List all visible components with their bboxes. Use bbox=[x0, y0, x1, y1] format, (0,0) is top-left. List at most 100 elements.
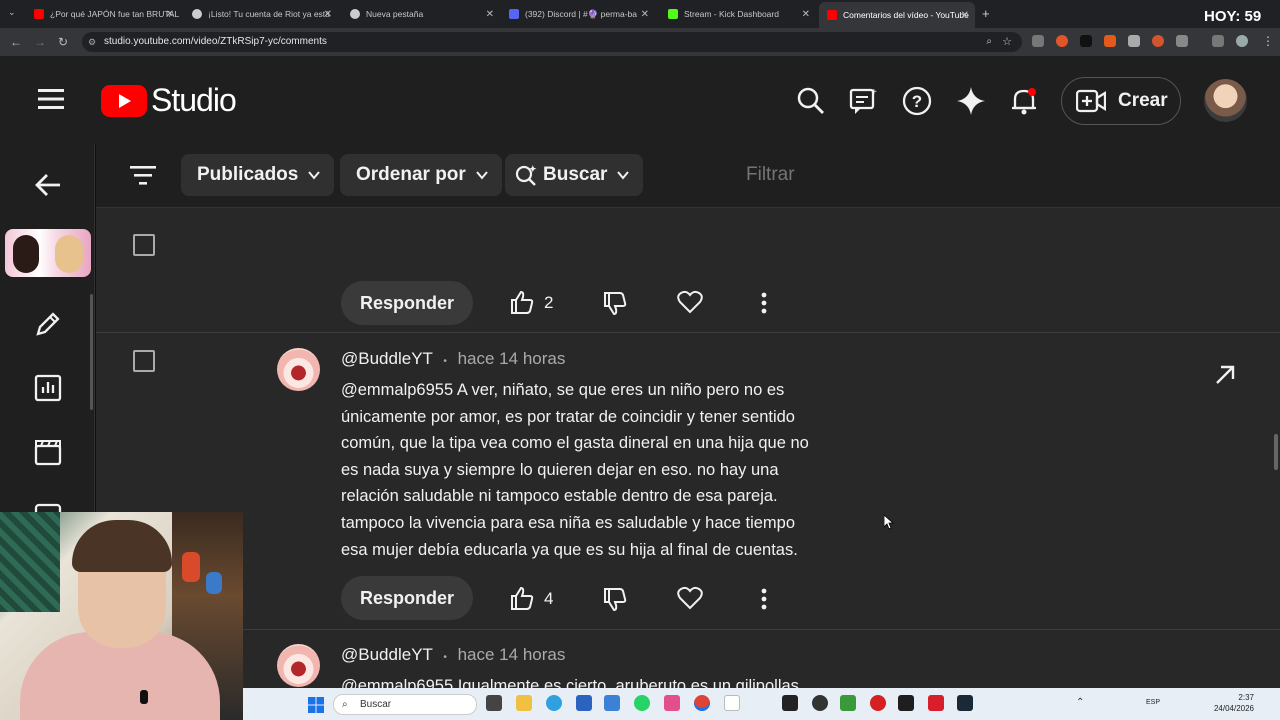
extension-icon[interactable] bbox=[1152, 35, 1164, 47]
app-icon[interactable] bbox=[812, 695, 828, 711]
edit-pencil-icon[interactable] bbox=[33, 309, 63, 339]
search-chip[interactable]: ✦ Buscar bbox=[505, 154, 644, 196]
create-button[interactable]: Crear bbox=[1061, 77, 1181, 125]
close-icon[interactable]: ✕ bbox=[324, 9, 332, 20]
more-options-icon[interactable] bbox=[760, 292, 768, 314]
discord-icon bbox=[509, 9, 519, 19]
help-icon[interactable]: ? bbox=[902, 86, 932, 116]
app-icon[interactable] bbox=[664, 695, 680, 711]
app-icon[interactable] bbox=[898, 695, 914, 711]
thumbs-down-icon[interactable] bbox=[602, 587, 628, 613]
tab-kick[interactable]: Stream - Kick Dashboard ✕ bbox=[660, 3, 816, 25]
chrome-icon[interactable] bbox=[694, 695, 710, 711]
page-scrollbar[interactable] bbox=[1274, 434, 1278, 470]
feedback-comment-icon[interactable]: + bbox=[849, 86, 879, 116]
menu-kebab-icon[interactable]: ⋮ bbox=[1262, 34, 1274, 48]
studio-logo[interactable]: Studio bbox=[101, 82, 237, 119]
extension-icon[interactable] bbox=[1080, 35, 1092, 47]
back-arrow-icon[interactable] bbox=[33, 170, 63, 200]
select-comment-checkbox[interactable] bbox=[133, 234, 155, 256]
search-icon[interactable] bbox=[796, 86, 826, 116]
close-icon[interactable]: ✕ bbox=[961, 10, 969, 21]
taskbar-clock[interactable]: 2:37 24/04/2026 bbox=[1208, 692, 1254, 714]
comment-line: esa mujer debía educarla ya que es su hi… bbox=[341, 540, 798, 559]
mail-icon[interactable] bbox=[604, 695, 620, 711]
reply-button[interactable]: Responder bbox=[341, 576, 473, 620]
comment-author[interactable]: @BuddleYT bbox=[341, 349, 433, 368]
like-count: 4 bbox=[544, 589, 554, 608]
site-info-icon[interactable]: ⚙ bbox=[88, 32, 96, 52]
analytics-icon[interactable] bbox=[33, 373, 63, 403]
zoom-icon[interactable]: ⌕ bbox=[986, 32, 992, 52]
back-icon[interactable]: ← bbox=[10, 35, 22, 49]
comment-time[interactable]: hace 14 horas bbox=[458, 645, 566, 664]
thumbnail-person bbox=[13, 235, 39, 273]
commenter-avatar[interactable] bbox=[277, 348, 320, 391]
extension-icon[interactable] bbox=[1056, 35, 1068, 47]
windows-start-icon[interactable] bbox=[308, 697, 324, 713]
separator-dot: • bbox=[443, 652, 447, 663]
notepad-icon[interactable] bbox=[724, 695, 740, 711]
open-in-new-arrow-icon[interactable] bbox=[1214, 364, 1236, 386]
edge-icon[interactable] bbox=[546, 695, 562, 711]
extension-icon[interactable] bbox=[1032, 35, 1044, 47]
comment-author[interactable]: @BuddleYT bbox=[341, 645, 433, 664]
comment-line: relación saludable ni tampoco estable de… bbox=[341, 487, 778, 506]
published-filter-chip[interactable]: Publicados bbox=[181, 154, 335, 196]
account-avatar[interactable] bbox=[1204, 79, 1247, 122]
reading-list-icon[interactable] bbox=[1212, 35, 1224, 47]
tab-list-icon[interactable]: ⌄ bbox=[8, 7, 16, 18]
profile-icon[interactable] bbox=[1236, 35, 1248, 47]
app-icon[interactable] bbox=[840, 695, 856, 711]
globe-icon bbox=[192, 9, 202, 19]
select-comment-checkbox[interactable] bbox=[133, 350, 155, 372]
more-options-icon[interactable] bbox=[760, 588, 768, 610]
tab-riot[interactable]: ¡Listo! Tu cuenta de Riot ya está ✕ bbox=[184, 3, 338, 25]
hamburger-menu-icon[interactable] bbox=[38, 88, 64, 110]
close-icon[interactable]: ✕ bbox=[802, 9, 810, 20]
notifications-bell-icon[interactable] bbox=[1009, 86, 1039, 116]
app-icon[interactable] bbox=[870, 695, 886, 711]
close-icon[interactable]: ✕ bbox=[166, 9, 174, 20]
bookmark-star-icon[interactable]: ☆ bbox=[1002, 32, 1012, 52]
file-explorer-icon[interactable] bbox=[516, 695, 532, 711]
extension-icon[interactable] bbox=[1104, 35, 1116, 47]
youtube-icon bbox=[827, 10, 837, 20]
filter-list-icon[interactable] bbox=[130, 165, 156, 185]
rail-scrollbar[interactable] bbox=[90, 294, 93, 410]
close-icon[interactable]: ✕ bbox=[641, 9, 649, 20]
heart-icon[interactable] bbox=[677, 290, 703, 314]
reload-icon[interactable]: ↻ bbox=[58, 35, 68, 49]
keyboard-language[interactable]: ESP bbox=[1146, 699, 1160, 706]
whatsapp-icon[interactable] bbox=[634, 695, 650, 711]
forward-icon[interactable]: → bbox=[34, 35, 46, 49]
close-icon[interactable]: ✕ bbox=[486, 9, 494, 20]
taskbar-search[interactable]: ⌕ Buscar bbox=[333, 694, 477, 715]
steam-icon[interactable] bbox=[957, 695, 973, 711]
tab-japon[interactable]: ¿Por qué JAPÓN fue tan BRUTAL ✕ bbox=[26, 3, 180, 25]
task-view-icon[interactable] bbox=[486, 695, 502, 711]
sparkle-icon[interactable] bbox=[956, 86, 986, 116]
video-thumbnail[interactable] bbox=[5, 229, 91, 277]
tab-discord[interactable]: (392) Discord | #🔮 perma-ba ✕ bbox=[501, 3, 655, 25]
thumbs-down-icon[interactable] bbox=[602, 291, 628, 317]
new-tab-button[interactable]: + bbox=[982, 6, 990, 21]
tab-youtube-studio[interactable]: Comentarios del vídeo - YouTube ✕ bbox=[819, 2, 975, 28]
thumbs-up-icon[interactable] bbox=[509, 289, 535, 315]
app-icon[interactable] bbox=[928, 695, 944, 711]
sort-by-chip[interactable]: Ordenar por bbox=[340, 154, 502, 196]
reply-button[interactable]: Responder bbox=[341, 281, 473, 325]
editor-clapper-icon[interactable] bbox=[33, 437, 63, 467]
tray-chevron-icon[interactable]: ⌃ bbox=[1076, 697, 1084, 708]
extensions-puzzle-icon[interactable] bbox=[1176, 35, 1188, 47]
obs-icon[interactable] bbox=[782, 695, 798, 711]
heart-icon[interactable] bbox=[677, 586, 703, 610]
commenter-avatar[interactable] bbox=[277, 644, 320, 687]
thumbs-up-icon[interactable] bbox=[509, 585, 535, 611]
extension-icon[interactable] bbox=[1128, 35, 1140, 47]
filter-input[interactable] bbox=[746, 164, 1046, 186]
store-icon[interactable] bbox=[576, 695, 592, 711]
url-field[interactable]: ⚙ studio.youtube.com/video/ZTkRSip7-yc/c… bbox=[82, 32, 1022, 52]
comment-time[interactable]: hace 14 horas bbox=[458, 349, 566, 368]
tab-new[interactable]: Nueva pestaña ✕ bbox=[342, 3, 500, 25]
